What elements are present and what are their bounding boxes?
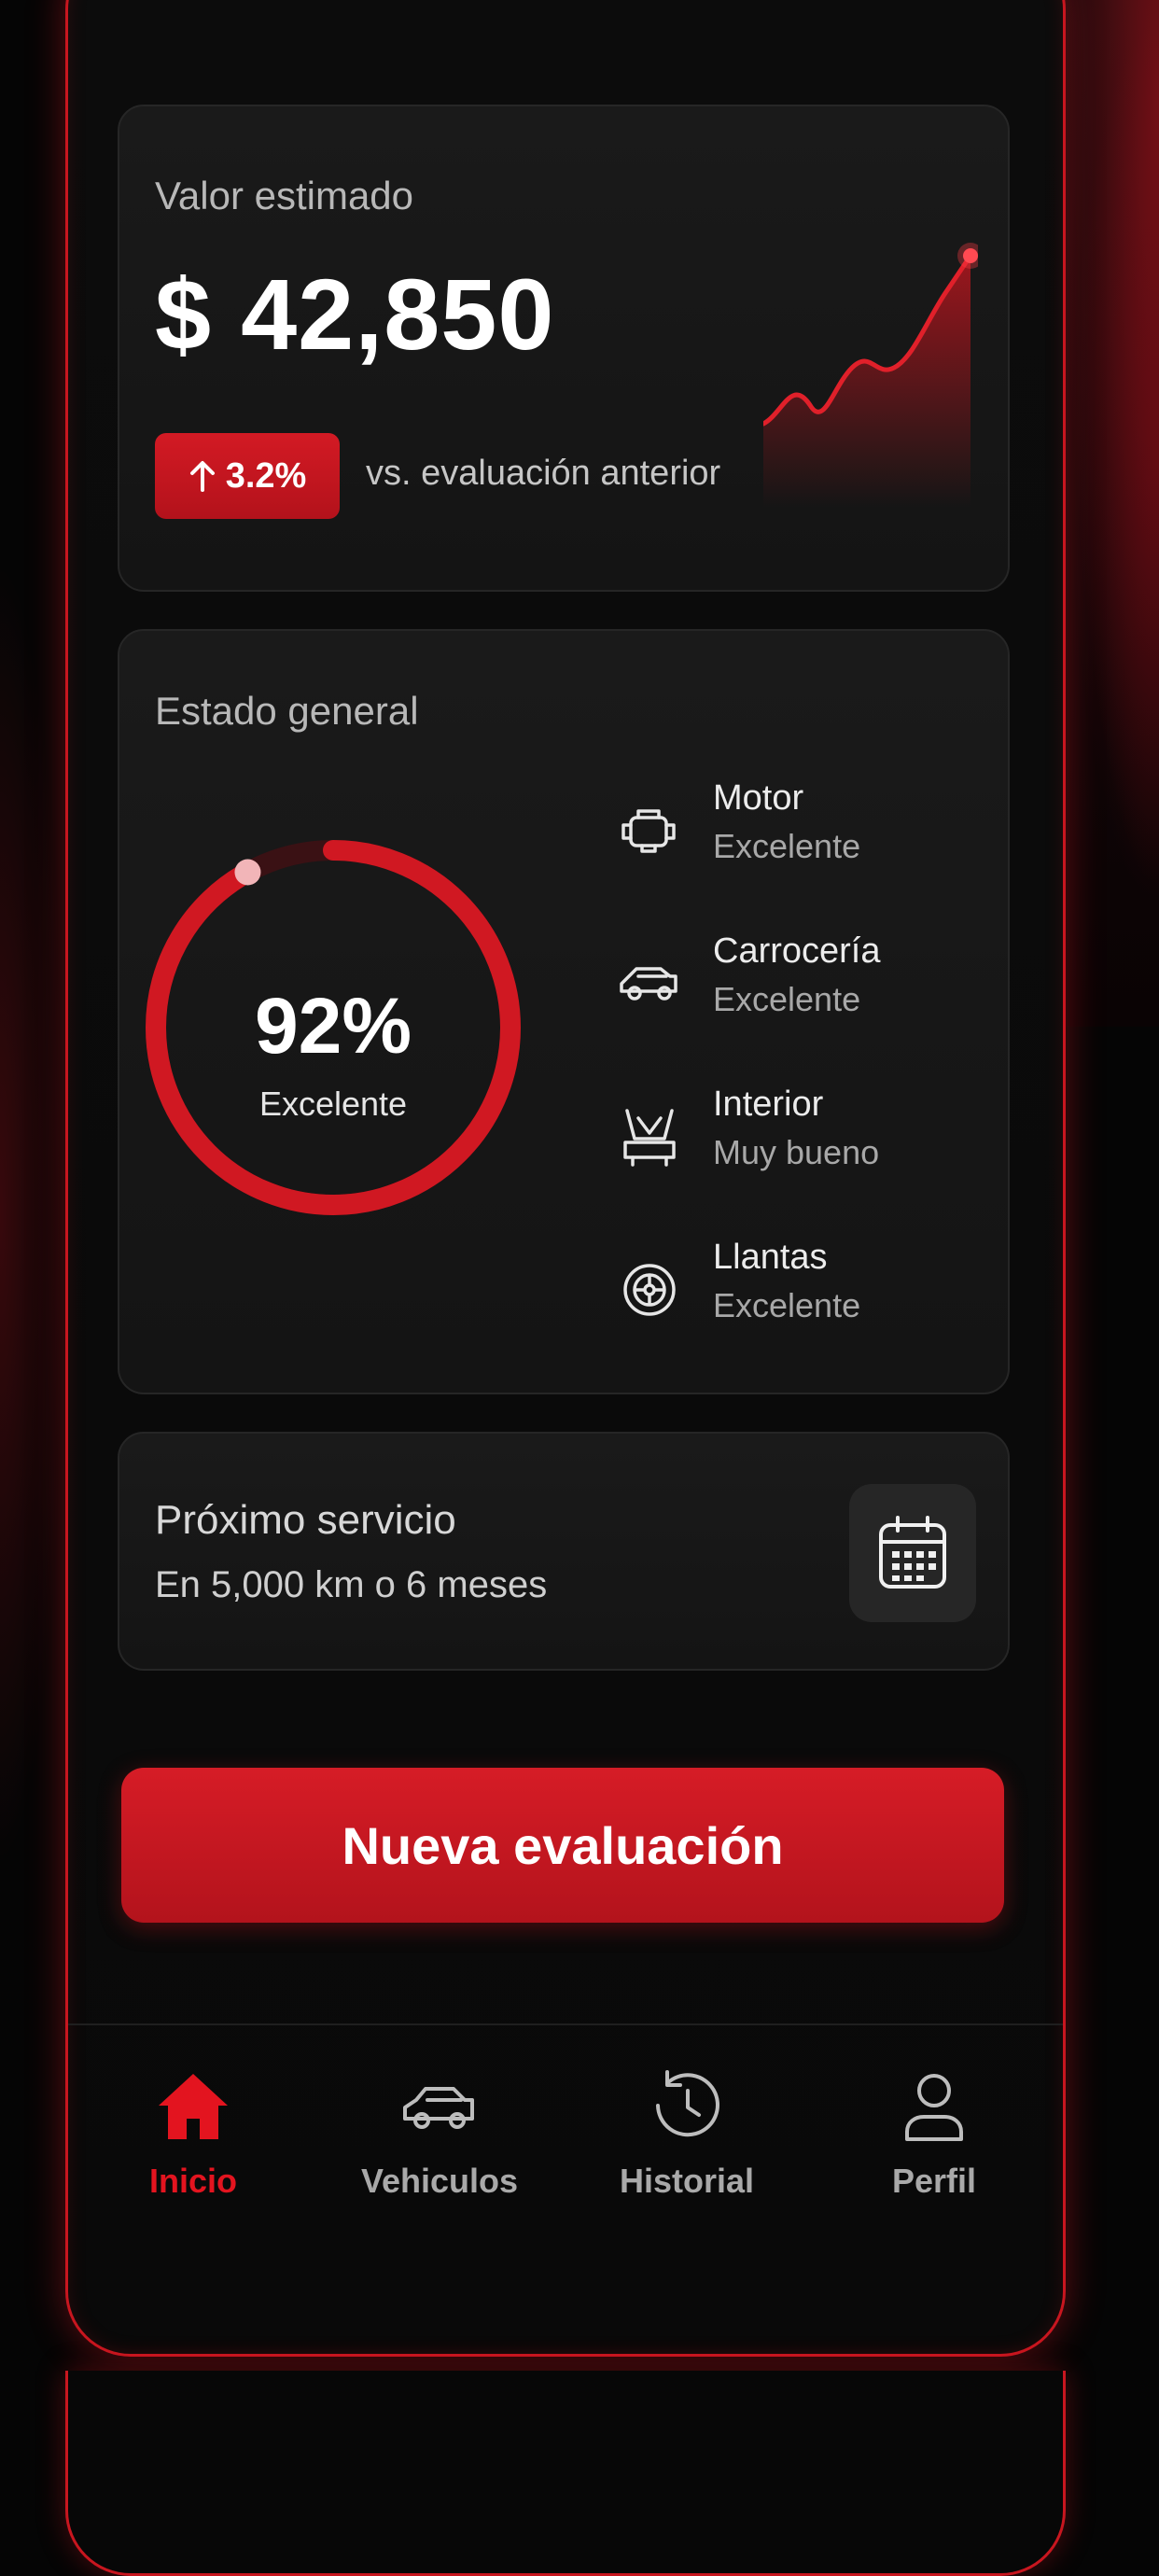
valuation-label: Valor estimado	[155, 174, 414, 217]
calendar-icon	[879, 1516, 946, 1589]
valuation-card[interactable]: Valor estimado $ 42,850 3.2% vs. evaluac…	[118, 105, 1010, 592]
tire-icon	[623, 1264, 676, 1316]
metric-llantas: Llantas Excelente	[614, 1238, 987, 1350]
change-badge: 3.2%	[155, 433, 340, 519]
seat-icon	[623, 1109, 676, 1167]
condition-label: Estado general	[155, 689, 419, 733]
condition-score: 92%	[254, 982, 412, 1070]
condition-rating: Excelente	[258, 1085, 408, 1123]
phone-frame-lower	[65, 2371, 1066, 2576]
metric-status: Excelente	[713, 827, 861, 865]
tab-perfil[interactable]: Perfil	[831, 2065, 1037, 2223]
metric-name: Motor	[713, 778, 804, 818]
metric-name: Llantas	[713, 1238, 828, 1277]
metric-motor: Motor Excelente	[614, 778, 987, 890]
next-service-card[interactable]: Próximo servicio En 5,000 km o 6 meses	[118, 1432, 1010, 1671]
engine-icon	[621, 809, 676, 853]
condition-card[interactable]: Estado general 92% Excelente Motor Excel…	[118, 629, 1010, 1394]
car-icon	[403, 2087, 474, 2129]
change-value: 3.2%	[225, 455, 307, 496]
tab-historial[interactable]: Historial	[584, 2065, 789, 2223]
user-icon	[905, 2074, 963, 2141]
new-evaluation-button[interactable]: Nueva evaluación	[121, 1768, 1004, 1923]
metric-name: Carrocería	[713, 931, 881, 971]
history-icon	[656, 2070, 719, 2137]
metric-carroceria: Carrocería Excelente	[614, 931, 987, 1043]
home-icon	[159, 2074, 228, 2139]
change-comparison: vs. evaluación anterior	[366, 454, 721, 493]
tab-label: Vehiculos	[360, 2162, 519, 2200]
metric-status: Muy bueno	[713, 1133, 880, 1171]
car-body-icon	[620, 967, 677, 1001]
tab-inicio[interactable]: Inicio	[91, 2065, 296, 2223]
metric-name: Interior	[713, 1085, 824, 1124]
metric-status: Excelente	[713, 1286, 861, 1324]
background-glow-left	[0, 560, 65, 1867]
tab-label: Historial	[619, 2162, 755, 2200]
tab-label: Inicio	[148, 2162, 237, 2200]
bottom-tab-bar: Inicio Vehiculos Historial Perfil	[68, 2023, 1063, 2305]
service-title: Próximo servicio	[155, 1497, 456, 1543]
service-detail: En 5,000 km o 6 meses	[155, 1564, 548, 1605]
tab-label: Perfil	[891, 2162, 977, 2200]
metric-status: Excelente	[713, 980, 861, 1018]
arrow-up-icon	[189, 461, 215, 492]
tab-vehiculos[interactable]: Vehiculos	[337, 2065, 542, 2223]
valuation-amount: $ 42,850	[155, 258, 555, 371]
metric-interior: Interior Muy bueno	[614, 1085, 987, 1197]
calendar-button[interactable]	[849, 1484, 976, 1622]
value-trend-sparkline	[763, 243, 978, 508]
